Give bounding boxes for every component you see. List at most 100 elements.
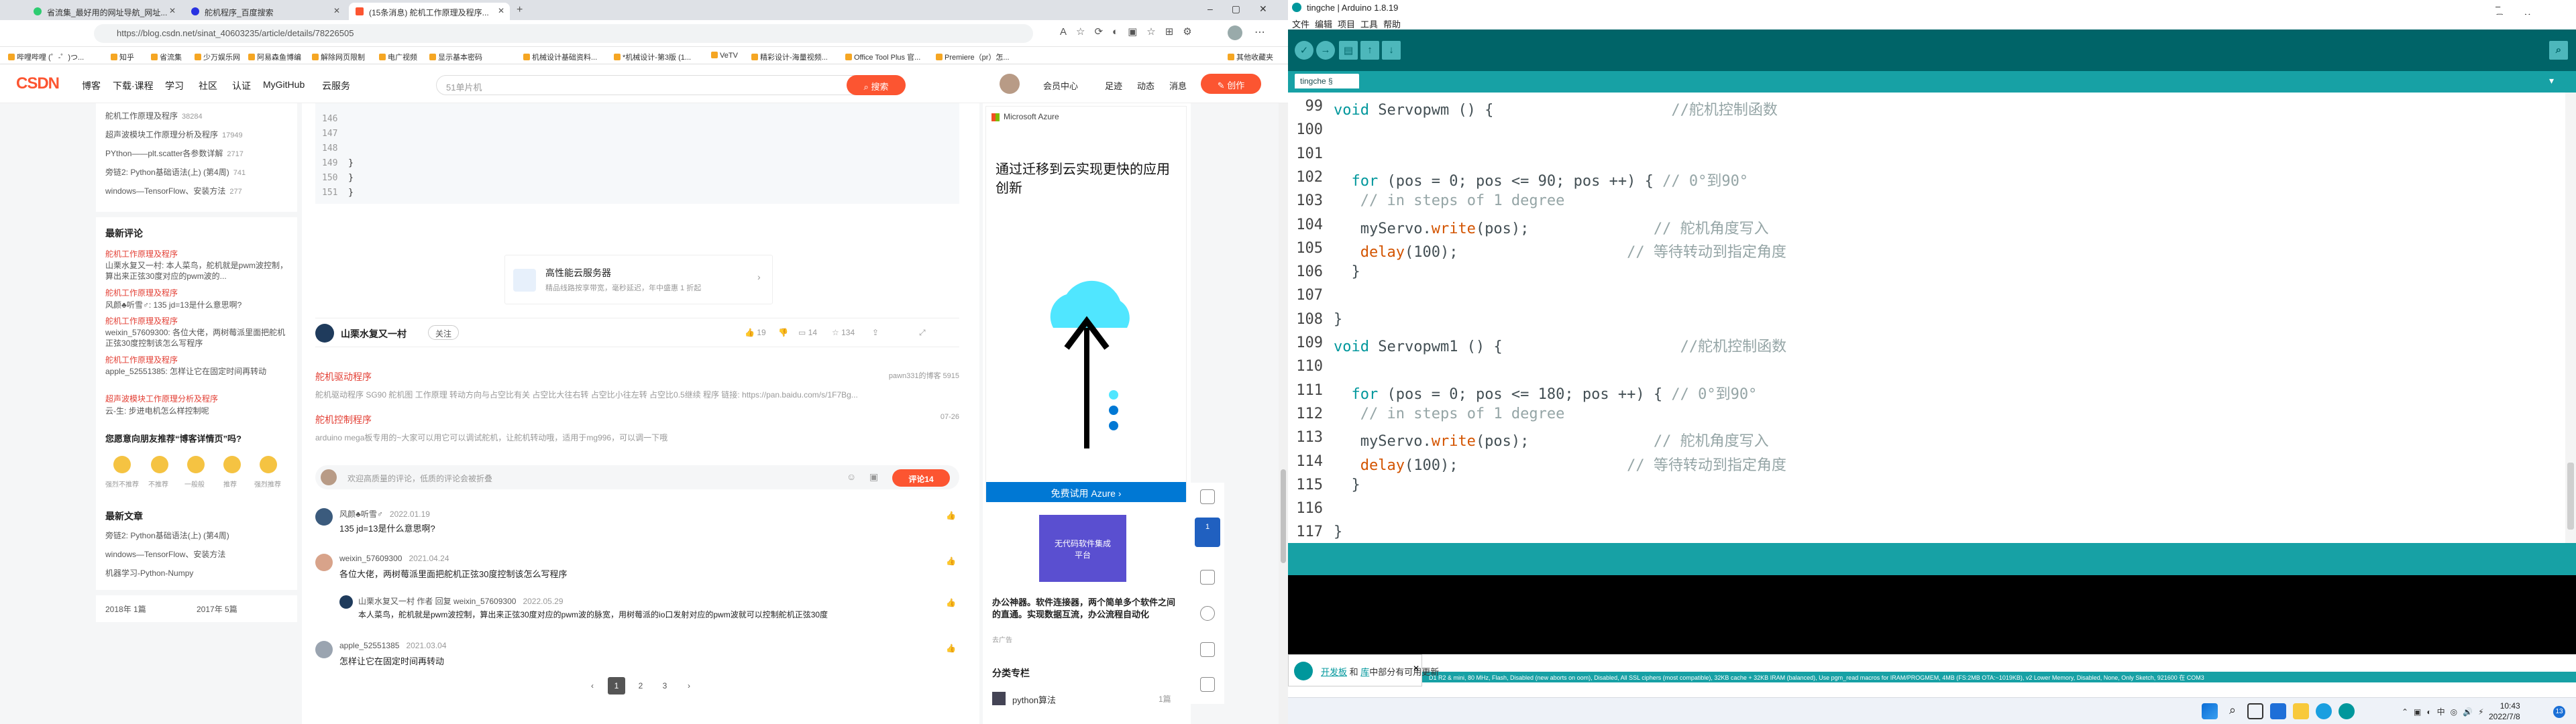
page-number[interactable]: 1 xyxy=(608,677,625,695)
emoji-neutral-icon[interactable] xyxy=(187,456,205,473)
libraries-update-link[interactable]: 库 xyxy=(1360,667,1369,677)
author-name[interactable]: 山栗水复又一村 xyxy=(341,327,407,341)
system-tray-icons[interactable]: ⌃▣◐中◎🔊⚡ xyxy=(2402,706,2489,717)
task-view-icon[interactable] xyxy=(2247,703,2263,719)
comment-article-link[interactable]: 舵机工作原理及程序 xyxy=(105,248,293,259)
archive-year[interactable]: 2017年 5篇 xyxy=(197,603,250,615)
save-sketch-icon[interactable]: ↓ xyxy=(1382,41,1401,60)
commenter-avatar[interactable] xyxy=(339,595,353,609)
comment-button[interactable]: ▭ 14 xyxy=(798,328,817,337)
boards-update-link[interactable]: 开发板 xyxy=(1321,667,1347,677)
latest-article-item[interactable]: 机器学习-Python-Numpy xyxy=(105,567,293,579)
footprint-link[interactable]: 足迹 xyxy=(1105,79,1122,92)
search-icon[interactable]: ⌕ xyxy=(2224,703,2241,719)
window-controls[interactable]: –▢✕ xyxy=(1208,3,1286,15)
bookmark[interactable]: 解除网页限制 xyxy=(312,52,365,62)
page-next-icon[interactable]: › xyxy=(680,677,698,695)
remove-ad-link[interactable]: 去广告 xyxy=(992,634,1012,644)
more-icon[interactable]: ⤢ xyxy=(919,328,926,338)
bookmark[interactable]: 机械设计基础资料... xyxy=(523,52,597,62)
close-icon[interactable]: ✕ xyxy=(169,6,176,15)
menu-edit[interactable]: 编辑 xyxy=(1315,17,1332,30)
update-notification[interactable]: 开发板 和 库中部分有可用更新 xyxy=(1288,654,1439,686)
bookmark[interactable]: *机械设计-第3版 (1... xyxy=(614,52,691,62)
close-icon[interactable]: ✕ xyxy=(1413,664,1419,673)
new-feature-badge[interactable]: 1 xyxy=(1195,518,1220,547)
note-icon[interactable] xyxy=(1200,489,1215,504)
related-article[interactable]: 舵机驱动程序 pawn331的博客 5915 舵机驱动程序 SG90 舵机图 工… xyxy=(315,370,959,400)
hot-article-item[interactable]: windows—TensorFlow、安装方法 277 xyxy=(105,185,293,196)
bookmark[interactable]: 哔哩哔哩 (゜-゜)つ... xyxy=(8,52,84,62)
like-button[interactable]: 👍 19 xyxy=(745,328,766,337)
serial-monitor-icon[interactable]: ⌕ xyxy=(2549,41,2568,60)
editor-scrollbar-thumb[interactable] xyxy=(2567,463,2574,530)
bookmark[interactable]: 精彩设计-海量视频... xyxy=(751,52,828,62)
page-number[interactable]: 3 xyxy=(656,677,674,695)
author-avatar[interactable] xyxy=(315,324,334,343)
create-button[interactable]: ✎ 创作 xyxy=(1201,74,1261,94)
dynamic-link[interactable]: 动态 xyxy=(1137,79,1155,92)
emoji-very-good-icon[interactable] xyxy=(260,456,277,473)
azure-cta-button[interactable]: 免费试用 Azure › xyxy=(986,482,1186,502)
nav-blog[interactable]: 博客 xyxy=(82,79,101,93)
search-button[interactable]: ⌕ 搜索 xyxy=(847,75,906,95)
more-menu-icon[interactable]: ⋯ xyxy=(1254,25,1265,39)
bookmark[interactable]: 少万娱乐网 xyxy=(195,52,240,62)
comment-article-link[interactable]: 舵机工作原理及程序 xyxy=(105,354,293,365)
bookmark-folder[interactable]: 其他收藏夹 xyxy=(1228,52,1273,62)
image-icon[interactable]: ▣ xyxy=(869,471,878,483)
start-icon[interactable] xyxy=(2202,703,2218,719)
comment-input[interactable]: 欢迎高质量的评论，低质的评论会被折叠 xyxy=(315,465,959,489)
new-sketch-icon[interactable]: ▤ xyxy=(1339,41,1358,60)
profile-avatar[interactable] xyxy=(1228,25,1242,40)
notification-badge[interactable]: 13 xyxy=(2553,706,2565,718)
favorite-button[interactable]: ☆ 134 xyxy=(832,328,855,337)
file-explorer-icon[interactable] xyxy=(2293,703,2309,719)
bookmark[interactable]: 知乎 xyxy=(111,52,134,62)
sketch-tab[interactable]: tingche § xyxy=(1295,74,1359,88)
csdn-search-input[interactable]: 51单片机 xyxy=(436,75,859,95)
menu-tools[interactable]: 工具 xyxy=(1360,17,1378,30)
bookmark[interactable]: Premiere（pr）怎... xyxy=(936,52,1010,62)
edit-icon[interactable] xyxy=(1200,570,1215,585)
nav-github[interactable]: MyGitHub xyxy=(263,79,305,90)
bookmark[interactable]: VeTV xyxy=(711,52,738,60)
browser-tab-active[interactable]: (15条消息) 舵机工作原理及程序... ✕ xyxy=(349,3,510,20)
back-to-top-icon[interactable] xyxy=(1200,677,1215,692)
browser-tab[interactable]: 省流集_最好用的网址导航_网址... ✕ xyxy=(27,3,181,20)
csdn-logo[interactable]: CSDN xyxy=(16,74,60,93)
page-scrollbar[interactable] xyxy=(1279,103,1288,724)
report-icon[interactable] xyxy=(1200,642,1215,657)
hot-article-item[interactable]: 旁链2: Python基础语法(上) (第4周) 741 xyxy=(105,166,293,178)
bookmark[interactable]: Office Tool Plus 官... xyxy=(845,52,920,62)
upload-icon[interactable]: → xyxy=(1316,41,1335,60)
bookmark[interactable]: 阿易森鱼博编 xyxy=(248,52,301,62)
nav-download[interactable]: 下载·课程 xyxy=(113,79,154,93)
widgets-icon[interactable] xyxy=(2270,703,2286,719)
commenter-avatar[interactable] xyxy=(315,641,333,658)
related-article-title[interactable]: 舵机驱动程序 xyxy=(315,370,959,383)
browser-tab[interactable]: 舵机程序_百度搜索 ✕ xyxy=(184,3,345,20)
thumb-up-icon[interactable]: 👍 xyxy=(946,511,956,520)
commenter-avatar[interactable] xyxy=(315,554,333,571)
headset-icon[interactable] xyxy=(1200,606,1215,621)
edge-icon[interactable] xyxy=(2316,703,2332,719)
nav-community[interactable]: 社区 xyxy=(199,79,217,93)
latest-article-item[interactable]: 旁链2: Python基础语法(上) (第4周) xyxy=(105,530,293,541)
related-article-title[interactable]: 舵机控制程序 xyxy=(315,413,959,426)
comment-article-link[interactable]: 舵机工作原理及程序 xyxy=(105,315,293,326)
thumb-up-icon[interactable]: 👍 xyxy=(946,644,956,653)
nav-cert[interactable]: 认证 xyxy=(232,79,251,93)
emoji-icon[interactable]: ☺ xyxy=(847,471,856,482)
menu-sketch[interactable]: 项目 xyxy=(1338,17,1355,30)
nav-learn[interactable]: 学习 xyxy=(165,79,184,93)
bookmark[interactable]: 显示基本密码 xyxy=(429,52,482,62)
thumb-up-icon[interactable]: 👍 xyxy=(946,556,956,566)
related-article[interactable]: 舵机控制程序 07-26 arduino mega板专用的~大家可以用它可以调试… xyxy=(315,413,959,443)
nav-cloud[interactable]: 云服务 xyxy=(322,79,350,93)
arduino-taskbar-icon[interactable] xyxy=(2339,703,2355,719)
bookmark[interactable]: 省流集 xyxy=(151,52,182,62)
new-tab-icon[interactable]: + xyxy=(517,4,523,16)
browser-toolbar-icons[interactable]: A☆⟳◐▣☆⊞⚙ xyxy=(1060,25,1201,38)
promo-banner[interactable]: 无代码软件集成平台 xyxy=(1039,515,1126,582)
